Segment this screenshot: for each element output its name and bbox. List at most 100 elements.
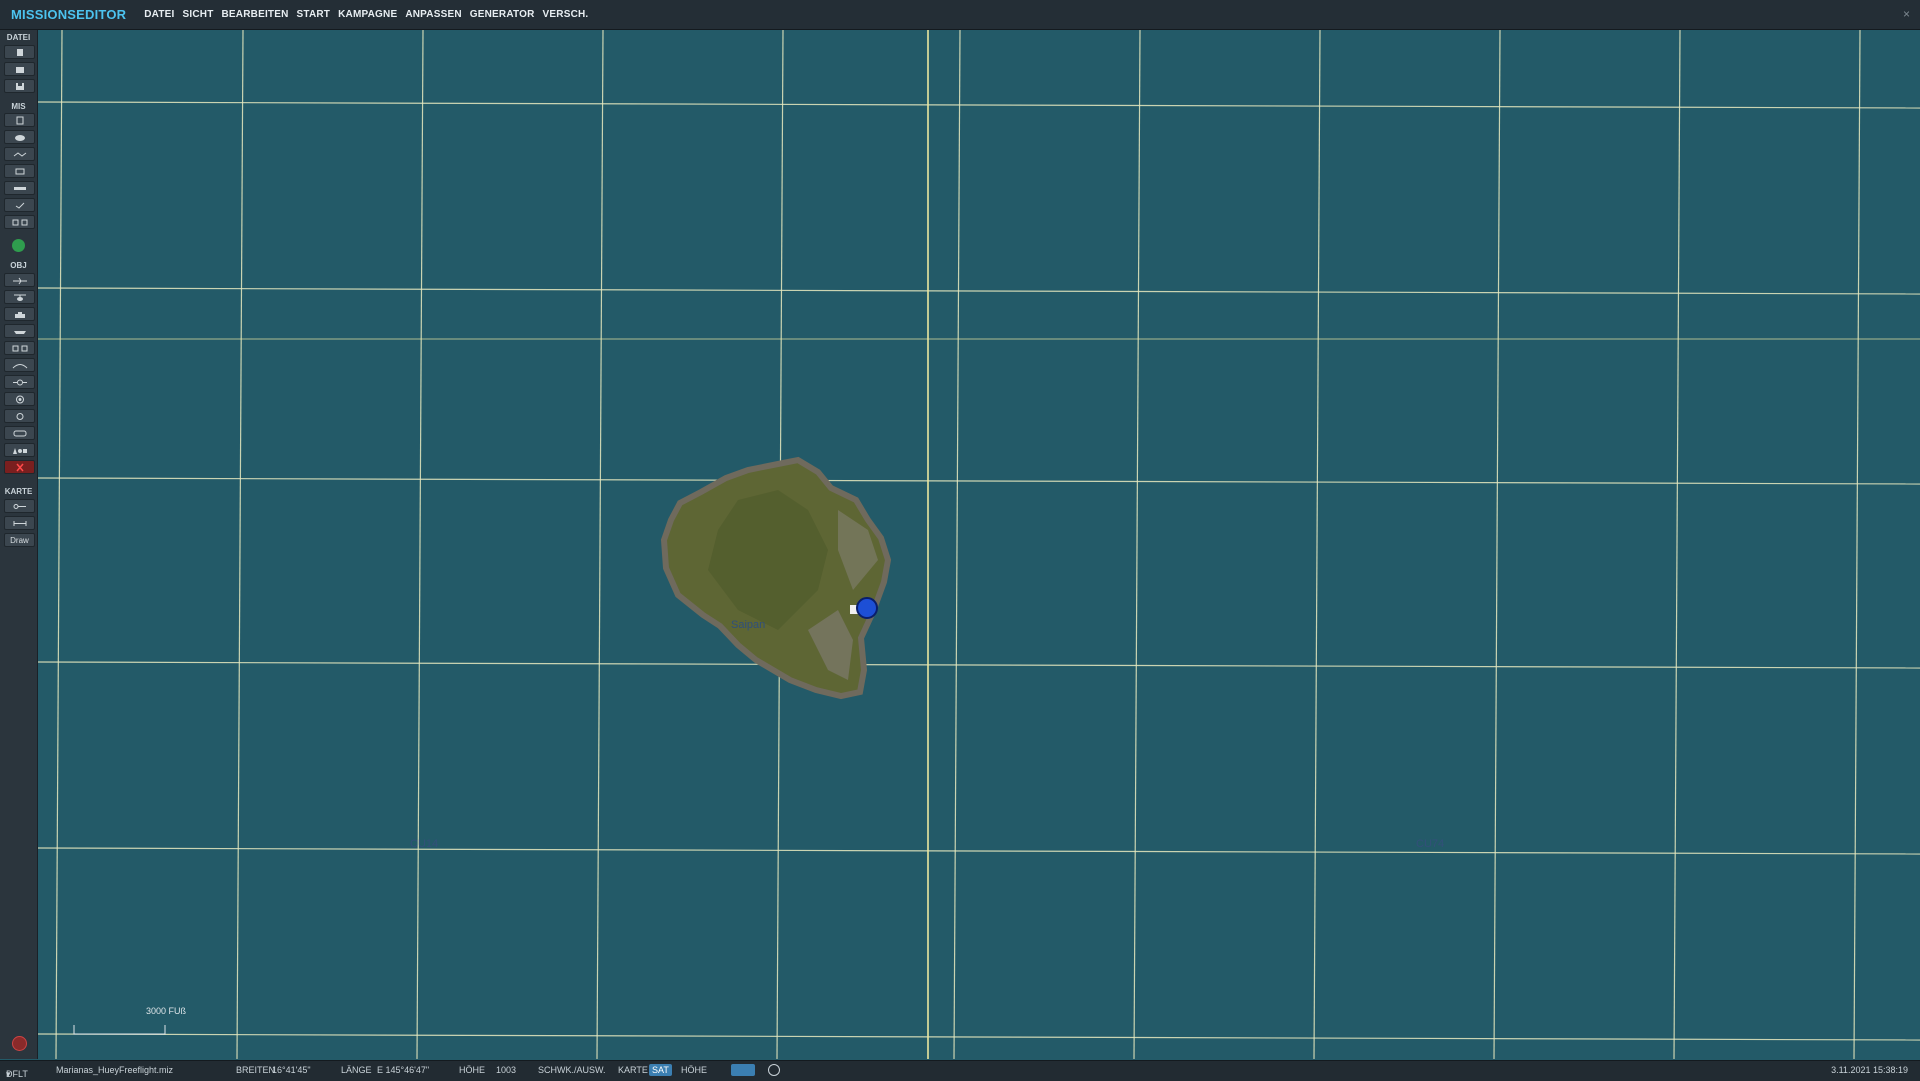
resources-button[interactable] bbox=[4, 215, 35, 229]
group-icon bbox=[13, 430, 26, 436]
route-button[interactable] bbox=[4, 147, 35, 161]
section-label-mission: MIS bbox=[11, 102, 26, 111]
grid-label-cu14: CU14 bbox=[410, 838, 439, 850]
map-view[interactable]: Saipan CU14 CU74 3000 FUß bbox=[38, 30, 1920, 1059]
triggers-button[interactable] bbox=[4, 181, 35, 195]
airplane-icon bbox=[12, 277, 27, 284]
grid-line-horizontal bbox=[38, 847, 1920, 855]
zone-icon bbox=[12, 363, 27, 368]
draw-button[interactable]: Draw bbox=[4, 533, 35, 547]
add-zone-button[interactable] bbox=[4, 358, 35, 372]
target-icon bbox=[15, 395, 24, 403]
altitude-label: HÖHE bbox=[459, 1065, 486, 1075]
helicopter-icon bbox=[13, 294, 26, 301]
waypoint-icon bbox=[12, 379, 27, 385]
open-file-button[interactable] bbox=[4, 62, 35, 76]
menu-start[interactable]: START bbox=[297, 9, 331, 20]
add-waypoint-button[interactable] bbox=[4, 375, 35, 389]
grid-line-vertical bbox=[596, 30, 604, 1059]
view-map-button[interactable]: KARTE bbox=[615, 1064, 651, 1076]
add-group-button[interactable] bbox=[4, 426, 35, 440]
layout-button[interactable] bbox=[4, 164, 35, 178]
select-mode-label[interactable]: SCHWK./AUSW. bbox=[538, 1065, 606, 1075]
map-canvas[interactable] bbox=[38, 30, 1920, 1059]
grid-line-vertical bbox=[1853, 30, 1861, 1059]
add-target-button[interactable] bbox=[4, 392, 35, 406]
check-icon bbox=[15, 202, 24, 209]
airfield-icon bbox=[16, 412, 23, 420]
grid-line-vertical bbox=[953, 30, 961, 1059]
shapes-icon bbox=[12, 447, 27, 454]
frame-icon bbox=[15, 168, 24, 174]
resources-icon bbox=[12, 219, 27, 225]
altitude-value: 1003 bbox=[496, 1065, 517, 1075]
grid-line-vertical bbox=[55, 30, 63, 1059]
exit-icon[interactable] bbox=[12, 1036, 27, 1051]
longitude-label: LÄNGE bbox=[341, 1065, 372, 1075]
section-label-map: KARTE bbox=[4, 487, 33, 496]
trigger-icon bbox=[13, 186, 26, 190]
ship-icon bbox=[13, 330, 26, 334]
add-airplane-button[interactable] bbox=[4, 273, 35, 287]
add-helicopter-button[interactable] bbox=[4, 290, 35, 304]
grid-label-cu74: CU74 bbox=[1416, 838, 1445, 850]
grid-line-horizontal bbox=[38, 1033, 1920, 1041]
mission-filename: Marianas_HueyFreeflight.miz bbox=[56, 1065, 174, 1075]
add-vehicle-button[interactable] bbox=[4, 307, 35, 321]
menu-datei[interactable]: DATEI bbox=[144, 9, 174, 20]
briefing-button[interactable] bbox=[4, 113, 35, 127]
key-icon bbox=[13, 503, 26, 509]
map-grid bbox=[38, 30, 1920, 1059]
left-toolbar: DATEI MIS OBJ KARTE Draw bbox=[0, 30, 38, 1059]
view-altitude-button[interactable]: HÖHE bbox=[678, 1064, 710, 1076]
grid-line-vertical bbox=[1673, 30, 1681, 1059]
save-file-button[interactable] bbox=[4, 79, 35, 93]
menu-sicht[interactable]: SICHT bbox=[183, 9, 214, 20]
status-bar: DFLT ▾ Marianas_HueyFreeflight.miz BREIT… bbox=[0, 1060, 1920, 1081]
chevron-down-icon: ▾ bbox=[6, 1069, 11, 1079]
folder-icon bbox=[15, 66, 24, 73]
ruler-icon bbox=[13, 520, 26, 526]
grid-line-vertical bbox=[1133, 30, 1141, 1059]
scale-label: 3000 FUß bbox=[146, 1006, 187, 1016]
menu-kampagne[interactable]: KAMPAGNE bbox=[338, 9, 397, 20]
add-ship-button[interactable] bbox=[4, 324, 35, 338]
document-icon bbox=[16, 116, 23, 124]
menu-anpassen[interactable]: ANPASSEN bbox=[405, 9, 461, 20]
weather-button[interactable] bbox=[4, 130, 35, 144]
draw-button-label: Draw bbox=[10, 535, 29, 545]
upload-icon[interactable] bbox=[12, 239, 25, 252]
tank-icon bbox=[14, 311, 25, 318]
datetime: 3.11.2021 15:38:19 bbox=[1831, 1065, 1908, 1075]
grid-line-vertical bbox=[416, 30, 424, 1059]
goals-button[interactable] bbox=[4, 198, 35, 212]
grid-line-horizontal bbox=[38, 101, 1920, 109]
island-label: Saipan bbox=[731, 619, 766, 631]
menu-bar: MISSIONSEDITOR DATEI SICHT BEARBEITEN ST… bbox=[0, 0, 1920, 30]
view-sat-button[interactable]: SAT bbox=[649, 1064, 672, 1076]
menu-generator[interactable]: GENERATOR bbox=[470, 9, 535, 20]
section-label-file: DATEI bbox=[6, 33, 31, 42]
latitude-value: 16°41'45" bbox=[272, 1065, 311, 1075]
add-airfield-button[interactable] bbox=[4, 409, 35, 423]
grid-line-horizontal bbox=[38, 661, 1920, 669]
floppy-icon bbox=[15, 82, 24, 90]
add-static-button[interactable] bbox=[4, 341, 35, 355]
delete-button[interactable] bbox=[4, 460, 35, 474]
delete-icon bbox=[15, 463, 24, 471]
grid-line-horizontal bbox=[38, 477, 1920, 485]
static-object-icon bbox=[12, 345, 27, 351]
fullscreen-icon[interactable] bbox=[768, 1064, 780, 1076]
route-icon bbox=[13, 151, 26, 157]
menu-versch[interactable]: VERSCH. bbox=[543, 9, 589, 20]
grid-line-horizontal bbox=[38, 287, 1920, 295]
new-file-button[interactable] bbox=[4, 45, 35, 59]
add-shapes-button[interactable] bbox=[4, 443, 35, 457]
grid-line-vertical bbox=[1313, 30, 1321, 1059]
close-icon[interactable]: × bbox=[1903, 7, 1910, 21]
island-saipan[interactable] bbox=[660, 456, 892, 700]
menu-bearbeiten[interactable]: BEARBEITEN bbox=[222, 9, 289, 20]
map-options-button[interactable] bbox=[4, 499, 35, 513]
map-layers-icon[interactable] bbox=[731, 1064, 755, 1076]
ruler-button[interactable] bbox=[4, 516, 35, 530]
